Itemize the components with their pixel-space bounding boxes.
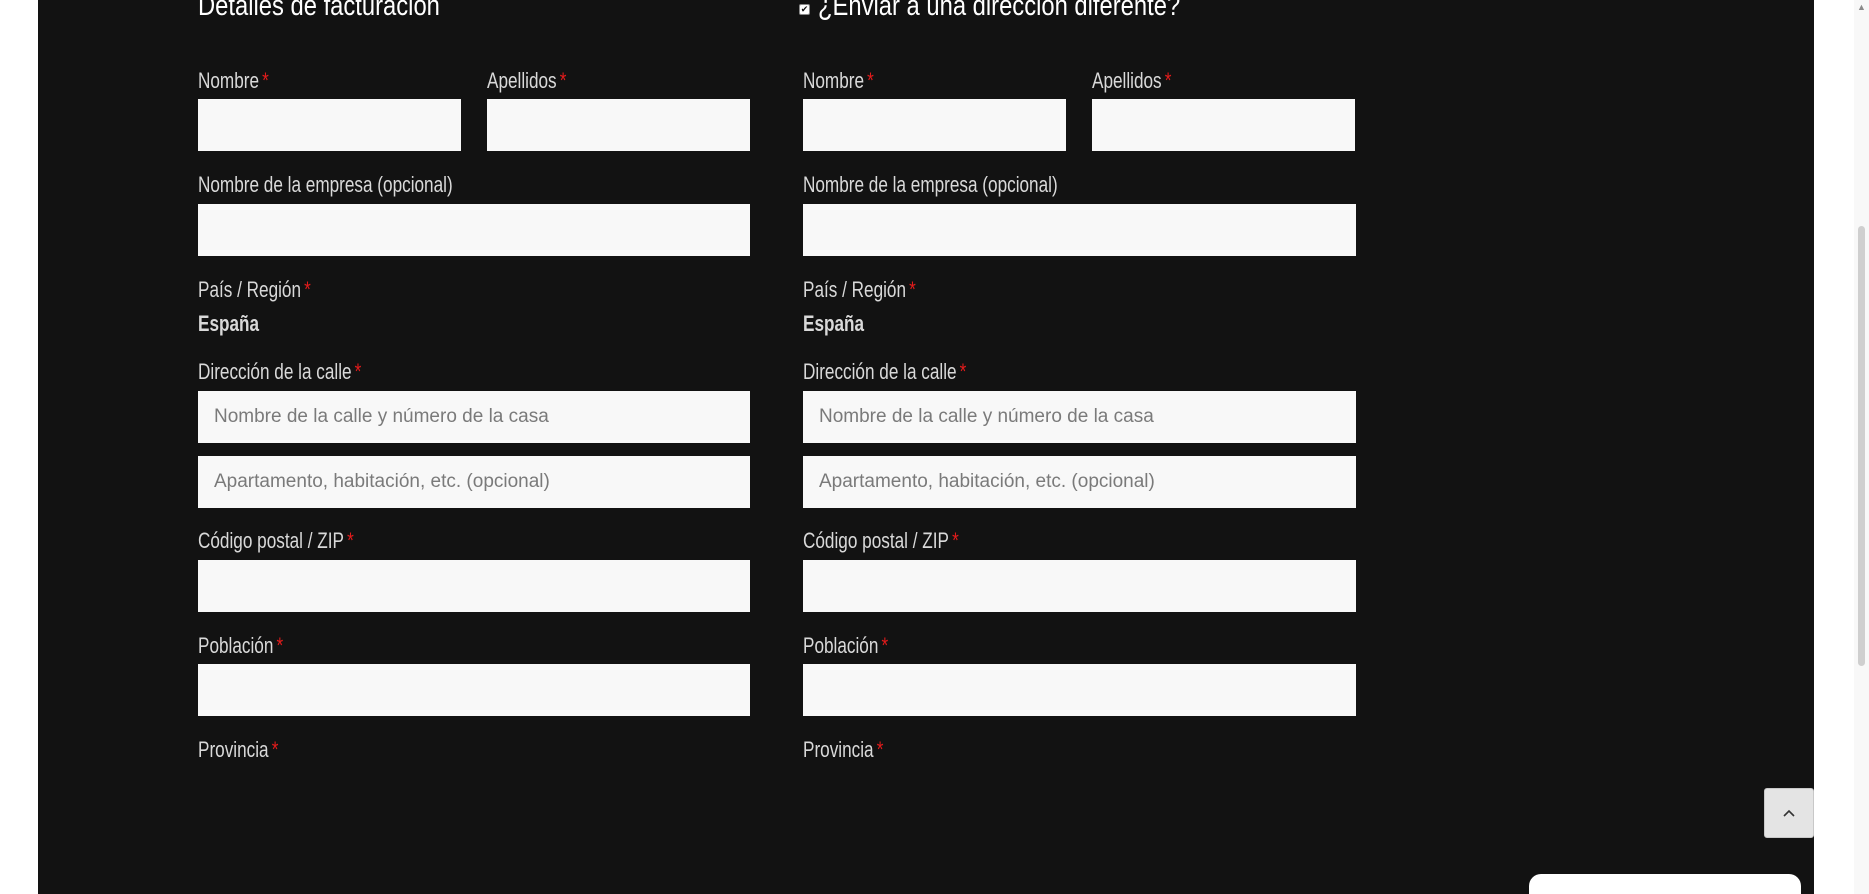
shipping-city-label: Población * xyxy=(803,633,889,658)
shipping-province-label: Provincia * xyxy=(803,737,884,762)
shipping-street-label: Dirección de la calle * xyxy=(803,359,967,384)
checkbox-checked-icon[interactable]: ✔ xyxy=(799,4,810,15)
shipping-company-input[interactable] xyxy=(803,204,1356,256)
shipping-last-name-label: Apellidos * xyxy=(1092,68,1172,93)
shipping-first-name-label: Nombre * xyxy=(803,68,874,93)
scroll-thumb[interactable] xyxy=(1858,226,1865,666)
billing-first-name-input[interactable] xyxy=(198,99,461,151)
shipping-city-input[interactable] xyxy=(803,664,1356,716)
ship-different-toggle[interactable]: ✔ ¿Enviar a una dirección diferente? xyxy=(799,0,1260,23)
chevron-up-icon xyxy=(1783,809,1795,817)
shipping-postcode-label: Código postal / ZIP * xyxy=(803,528,959,553)
billing-company-input[interactable] xyxy=(198,204,750,256)
shipping-company-label: Nombre de la empresa (opcional) xyxy=(803,172,1058,197)
back-to-top-button[interactable] xyxy=(1764,788,1814,838)
page-scrollbar[interactable]: ▲ xyxy=(1854,0,1869,894)
checkout-panel: Detalles de facturación Nombre * Apellido… xyxy=(38,0,1814,894)
billing-province-label: Provincia * xyxy=(198,737,279,762)
billing-city-label: Población * xyxy=(198,633,284,658)
ship-different-label[interactable]: ¿Enviar a una dirección diferente? xyxy=(818,0,1180,23)
billing-last-name-label: Apellidos * xyxy=(487,68,567,93)
chat-widget[interactable] xyxy=(1529,874,1801,894)
shipping-country-label: País / Región * xyxy=(803,277,916,302)
billing-title: Detalles de facturación xyxy=(198,0,440,22)
billing-country-label: País / Región * xyxy=(198,277,311,302)
billing-street1-input[interactable] xyxy=(198,391,750,443)
shipping-street1-input[interactable] xyxy=(803,391,1356,443)
shipping-first-name-input[interactable] xyxy=(803,99,1066,151)
billing-first-name-label: Nombre * xyxy=(198,68,269,93)
billing-postcode-label: Código postal / ZIP * xyxy=(198,528,354,553)
shipping-country-value: España xyxy=(803,311,865,336)
billing-country-value: España xyxy=(198,311,260,336)
scroll-up-arrow-icon[interactable]: ▲ xyxy=(1857,3,1866,12)
shipping-last-name-input[interactable] xyxy=(1092,99,1355,151)
billing-last-name-input[interactable] xyxy=(487,99,750,151)
billing-street-label: Dirección de la calle * xyxy=(198,359,362,384)
billing-city-input[interactable] xyxy=(198,664,750,716)
billing-company-label: Nombre de la empresa (opcional) xyxy=(198,172,453,197)
shipping-postcode-input[interactable] xyxy=(803,560,1356,612)
billing-postcode-input[interactable] xyxy=(198,560,750,612)
billing-street2-input[interactable] xyxy=(198,456,750,508)
shipping-street2-input[interactable] xyxy=(803,456,1356,508)
